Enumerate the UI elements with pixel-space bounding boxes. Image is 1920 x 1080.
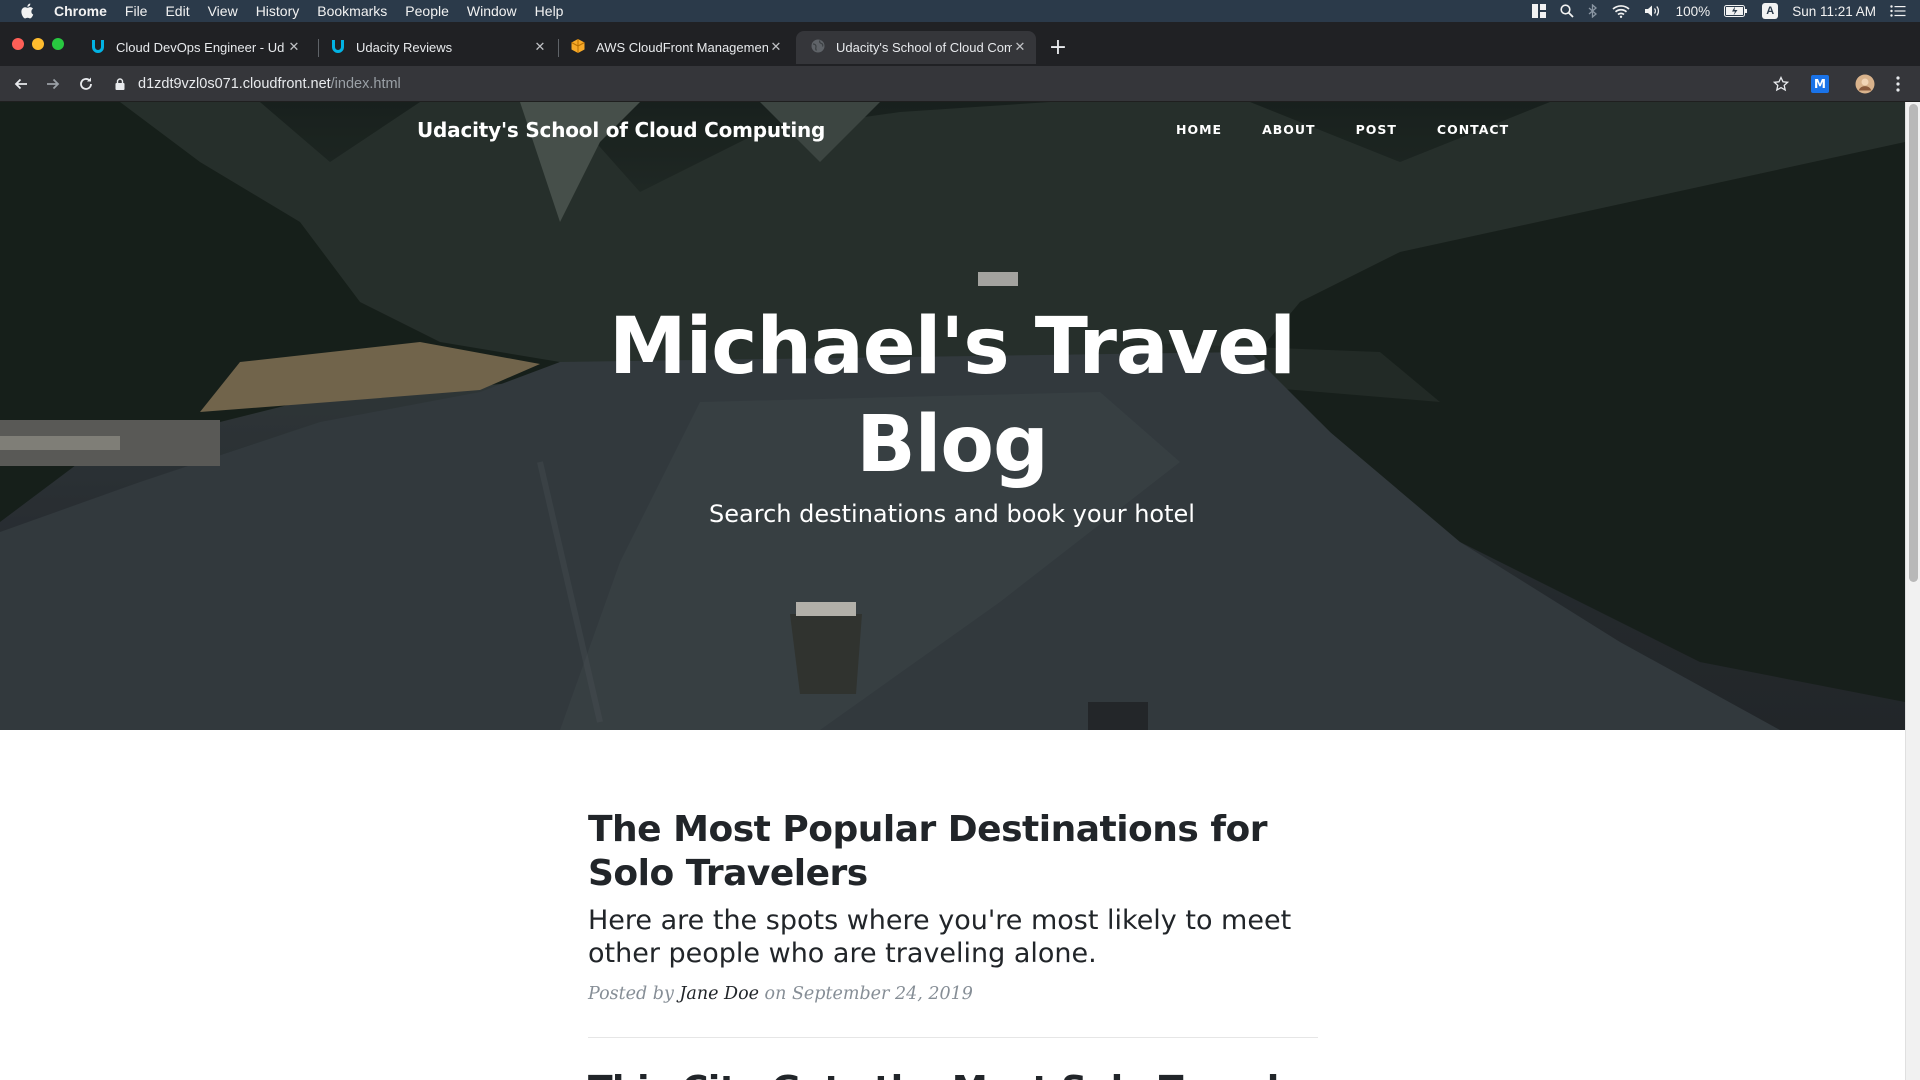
tab-close-icon[interactable]: ✕ bbox=[1012, 39, 1028, 55]
window-controls bbox=[12, 38, 64, 50]
posted-by-label: Posted by bbox=[588, 984, 674, 1004]
reload-button[interactable] bbox=[74, 72, 98, 96]
wifi-icon[interactable] bbox=[1612, 4, 1630, 18]
udacity-icon bbox=[90, 38, 106, 57]
menubar-clock[interactable]: Sun 11:21 AM bbox=[1792, 4, 1876, 19]
menu-file[interactable]: File bbox=[125, 3, 148, 19]
post-on-label: on bbox=[764, 984, 787, 1004]
nav-about-link[interactable]: ABOUT bbox=[1262, 122, 1316, 137]
aws-icon bbox=[570, 38, 586, 57]
back-button[interactable] bbox=[9, 72, 33, 96]
menu-edit[interactable]: Edit bbox=[165, 3, 189, 19]
tab-title: Udacity Reviews bbox=[356, 40, 453, 55]
bookmark-star-icon[interactable] bbox=[1769, 72, 1793, 96]
post-divider bbox=[588, 1037, 1318, 1038]
spotlight-search-icon[interactable] bbox=[1560, 4, 1574, 18]
nav-post-link[interactable]: POST bbox=[1356, 122, 1397, 137]
site-nav: HOME ABOUT POST CONTACT bbox=[1176, 122, 1549, 137]
battery-icon[interactable] bbox=[1724, 5, 1748, 17]
menu-people[interactable]: People bbox=[405, 3, 449, 19]
post-subtitle-link[interactable]: Here are the spots where you're most lik… bbox=[588, 904, 1318, 970]
notification-center-icon[interactable] bbox=[1890, 5, 1906, 17]
close-window-button[interactable] bbox=[12, 38, 24, 50]
menu-window[interactable]: Window bbox=[467, 3, 517, 19]
globe-icon bbox=[810, 38, 826, 57]
hero-subtitle: Search destinations and book your hotel bbox=[709, 500, 1195, 528]
nav-home-link[interactable]: HOME bbox=[1176, 122, 1222, 137]
scrollbar-thumb[interactable] bbox=[1909, 104, 1918, 582]
tab-cloud-devops[interactable]: Cloud DevOps Engineer - Udacity ✕ bbox=[76, 31, 310, 64]
post-preview: This City Gets the Most Solo Travelers W… bbox=[588, 1068, 1318, 1080]
volume-icon[interactable] bbox=[1644, 4, 1662, 18]
url-path: /index.html bbox=[330, 76, 401, 92]
lock-icon[interactable] bbox=[112, 78, 128, 90]
tab-close-icon[interactable]: ✕ bbox=[532, 39, 548, 55]
tab-close-icon[interactable]: ✕ bbox=[768, 39, 784, 55]
tab-aws-cloudfront[interactable]: AWS CloudFront Management Console ✕ bbox=[556, 31, 792, 64]
tab-title: Udacity's School of Cloud Computing bbox=[836, 40, 1012, 55]
menu-help[interactable]: Help bbox=[535, 3, 564, 19]
tab-close-icon[interactable]: ✕ bbox=[286, 39, 302, 55]
tab-title: Cloud DevOps Engineer - Udacity bbox=[116, 40, 284, 55]
profile-avatar[interactable] bbox=[1853, 72, 1877, 96]
post-title-link[interactable]: This City Gets the Most Solo Travelers W… bbox=[588, 1068, 1318, 1080]
menu-extras: 100% A Sun 11:21 AM bbox=[1531, 0, 1906, 22]
menu-app-name[interactable]: Chrome bbox=[54, 3, 107, 19]
address-bar[interactable]: d1zdt9vzl0s071.cloudfront.net/index.html bbox=[112, 70, 1772, 98]
post-date: September 24, 2019 bbox=[791, 984, 973, 1004]
minimize-window-button[interactable] bbox=[32, 38, 44, 50]
bluetooth-icon[interactable] bbox=[1588, 4, 1598, 18]
browser-toolbar: d1zdt9vzl0s071.cloudfront.net/index.html… bbox=[0, 66, 1920, 102]
forward-button[interactable] bbox=[41, 72, 65, 96]
site-brand-link[interactable]: Udacity's School of Cloud Computing bbox=[417, 118, 825, 142]
apple-icon[interactable] bbox=[20, 3, 34, 19]
new-tab-button[interactable]: + bbox=[1046, 35, 1070, 60]
nav-contact-link[interactable]: CONTACT bbox=[1437, 122, 1509, 137]
post-meta: Posted by Jane Doe on September 24, 2019 bbox=[588, 984, 1318, 1004]
menu-bookmarks[interactable]: Bookmarks bbox=[317, 3, 387, 19]
tab-udacity-school[interactable]: Udacity's School of Cloud Computing ✕ bbox=[796, 31, 1036, 64]
page-scrollbar[interactable] bbox=[1905, 102, 1920, 1080]
extension-m-icon[interactable]: M bbox=[1808, 72, 1832, 96]
menu-history[interactable]: History bbox=[256, 3, 300, 19]
chrome-menu-icon[interactable] bbox=[1886, 72, 1910, 96]
window-layout-icon[interactable] bbox=[1531, 4, 1546, 18]
post-title-link[interactable]: The Most Popular Destinations for Solo T… bbox=[588, 808, 1318, 896]
tab-title: AWS CloudFront Management Console bbox=[596, 40, 768, 55]
hero-header: Udacity's School of Cloud Computing HOME… bbox=[0, 102, 1905, 730]
url-host: d1zdt9vzl0s071.cloudfront.net bbox=[138, 76, 331, 92]
menu-view[interactable]: View bbox=[208, 3, 238, 19]
input-source-icon[interactable]: A bbox=[1762, 3, 1779, 19]
page-viewport: Udacity's School of Cloud Computing HOME… bbox=[0, 102, 1905, 1080]
udacity-icon bbox=[330, 38, 346, 57]
tab-udacity-reviews[interactable]: Udacity Reviews ✕ bbox=[316, 31, 556, 64]
hero-title: Michael's Travel Blog bbox=[608, 302, 1296, 490]
macos-menu-bar: Chrome File Edit View History Bookmarks … bbox=[0, 0, 1920, 22]
post-preview: The Most Popular Destinations for Solo T… bbox=[588, 808, 1318, 1004]
maximize-window-button[interactable] bbox=[52, 38, 64, 50]
url-text[interactable]: d1zdt9vzl0s071.cloudfront.net/index.html bbox=[138, 76, 401, 92]
battery-percent[interactable]: 100% bbox=[1676, 4, 1711, 19]
post-author-link[interactable]: Jane Doe bbox=[679, 984, 759, 1004]
